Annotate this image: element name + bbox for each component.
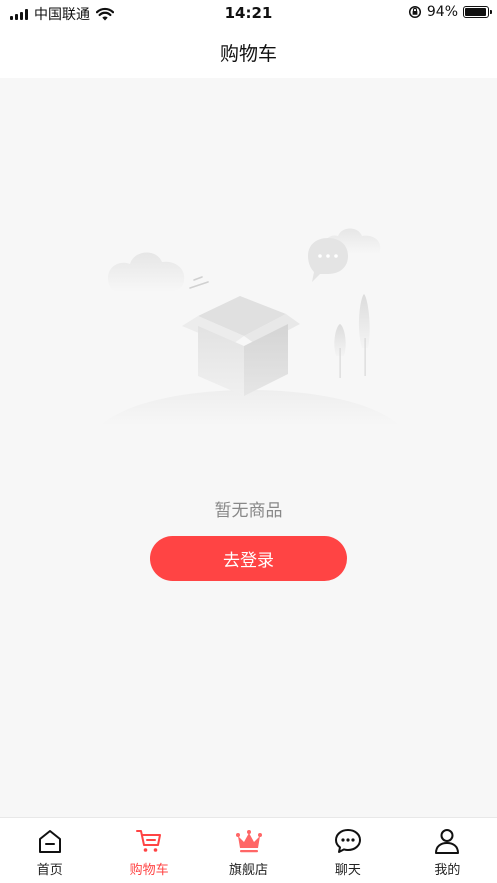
- tab-flagship-store[interactable]: 旗舰店: [199, 818, 298, 883]
- empty-box-illustration: [100, 228, 400, 426]
- crown-icon: [235, 830, 262, 853]
- user-icon: [435, 829, 460, 854]
- cloud-left: [108, 252, 185, 292]
- login-button[interactable]: 去登录: [150, 536, 347, 581]
- page-title: 购物车: [219, 42, 277, 65]
- hill-shape: [100, 390, 400, 426]
- battery-cap: [490, 10, 492, 14]
- status-bar-right: 94%: [408, 4, 492, 20]
- tab-flagship-store-label: 旗舰店: [229, 863, 269, 878]
- tab-chat-label: 聊天: [334, 863, 361, 878]
- battery-icon: [463, 6, 492, 18]
- orientation-lock-icon: [408, 5, 421, 19]
- tab-profile[interactable]: 我的: [398, 818, 497, 883]
- battery-percent: 94%: [426, 4, 458, 20]
- tab-home-label: 首页: [36, 863, 63, 878]
- battery-level-fill: [465, 8, 486, 16]
- speech-bubble: [308, 238, 348, 282]
- cart-icon: [136, 830, 162, 852]
- home-icon: [38, 830, 61, 853]
- chat-icon: [334, 829, 361, 853]
- nav-bar: 购物车: [0, 26, 497, 78]
- motion-lines: [189, 276, 209, 289]
- open-box: [182, 296, 300, 396]
- trees: [334, 294, 370, 378]
- empty-cart-message: 暂无商品: [214, 501, 283, 521]
- tab-bar: 首页 购物车 旗舰店 聊天 我的: [0, 817, 497, 883]
- tab-chat[interactable]: 聊天: [298, 818, 397, 883]
- tab-cart-label: 购物车: [129, 863, 169, 878]
- status-bar: 中国联通 14:21 94%: [0, 0, 497, 26]
- tab-cart[interactable]: 购物车: [99, 818, 198, 883]
- tab-profile-label: 我的: [434, 863, 461, 878]
- tab-home[interactable]: 首页: [0, 818, 99, 883]
- cart-content: 暂无商品 去登录: [0, 78, 497, 817]
